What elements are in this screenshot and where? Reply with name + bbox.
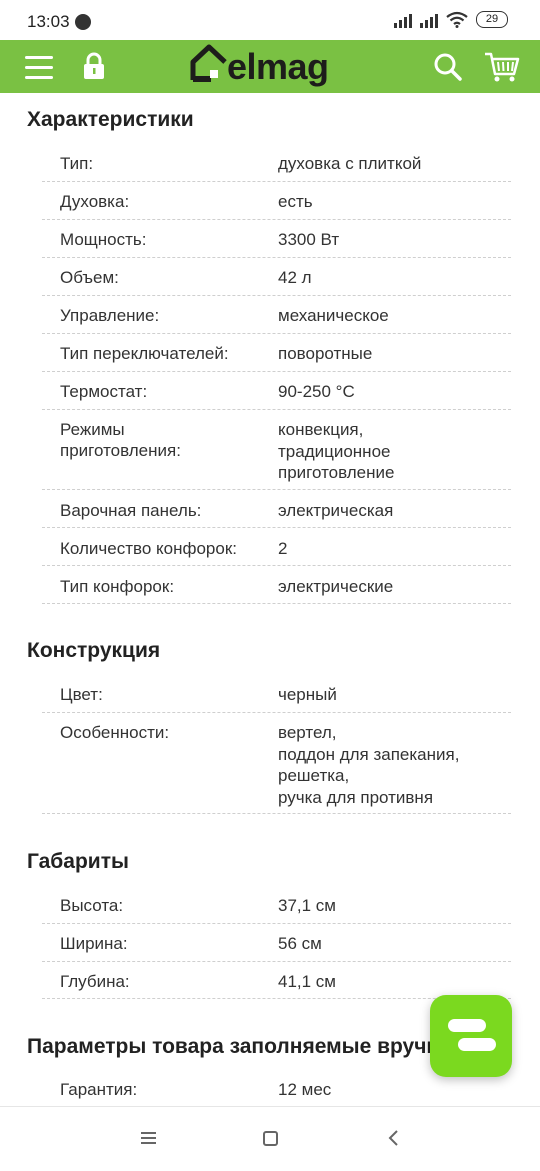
spec-label: Глубина: [60, 972, 130, 991]
spec-label: Термостат: [60, 382, 148, 401]
spec-row: Гарантия: 12 мес [42, 1079, 511, 1107]
chat-icon [448, 1019, 486, 1032]
spec-row: Цвет: черный [42, 684, 511, 713]
section-title-manual-params: Параметры товара заполняемые вручную [27, 1035, 437, 1058]
spec-label: Духовка: [60, 192, 130, 211]
spec-value: духовка с плиткой [278, 154, 422, 173]
status-time: 13:03 [27, 12, 70, 31]
signal-icon-2 [420, 12, 438, 28]
spec-label: Тип конфорок: [60, 577, 175, 596]
hamburger-menu-icon[interactable] [25, 56, 53, 79]
system-nav-bar [0, 1106, 540, 1171]
spec-value: 90-250 °С [278, 382, 355, 401]
spec-row: Тип конфорок: электрические [42, 576, 511, 604]
section-title-characteristics: Характеристики [27, 108, 194, 131]
spec-value: вертел, поддон для запекания, решетка, р… [278, 723, 460, 807]
spec-value: есть [278, 192, 313, 211]
logo-house-icon [190, 44, 227, 82]
spec-value: конвекция, традиционное приготовление [278, 420, 395, 482]
spec-row: Мощность: 3300 Вт [42, 229, 511, 258]
spec-value: 56 см [278, 934, 322, 953]
chat-icon-bar [458, 1038, 496, 1051]
spec-value: электрические [278, 577, 394, 596]
spec-label: Особенности: [60, 723, 170, 742]
spec-label: Количество конфорок: [60, 539, 237, 558]
spec-value: черный [278, 685, 337, 704]
spec-value: 12 мес [278, 1080, 332, 1099]
spec-row: Режимы приготовления: конвекция, традици… [42, 419, 511, 490]
spec-value: электрическая [278, 501, 394, 520]
spec-value: 2 [278, 539, 288, 558]
spec-value: 37,1 см [278, 896, 336, 915]
spec-row: Духовка: есть [42, 191, 511, 220]
spec-label: Мощность: [60, 230, 147, 249]
spec-value: 3300 Вт [278, 230, 340, 249]
spec-value: поворотные [278, 344, 373, 363]
spec-row: Количество конфорок: 2 [42, 538, 511, 566]
spec-label: Управление: [60, 306, 160, 325]
signal-icon [394, 12, 412, 28]
spec-label: Гарантия: [60, 1080, 138, 1099]
logo-text: elmag [227, 46, 329, 87]
spec-label: Тип: [60, 154, 94, 173]
spec-label: Объем: [60, 268, 119, 287]
spec-row: Термостат: 90-250 °С [42, 381, 511, 410]
battery-icon: 29 [476, 11, 508, 28]
home-icon[interactable] [263, 1131, 278, 1146]
spec-row: Тип переключателей: поворотные [42, 343, 511, 372]
chat-button[interactable] [430, 995, 512, 1077]
section-title-construction: Конструкция [27, 639, 161, 662]
spec-label: Тип переключателей: [60, 344, 229, 363]
spec-row: Тип: духовка с плиткой [42, 153, 511, 182]
spec-row: Высота: 37,1 см [42, 895, 511, 924]
section-title-dimensions: Габариты [27, 850, 129, 873]
spec-row: Управление: механическое [42, 305, 511, 334]
spec-value: механическое [278, 306, 389, 325]
wifi-icon [446, 11, 468, 28]
spec-value: 41,1 см [278, 972, 336, 991]
spec-label: Цвет: [60, 685, 103, 704]
search-icon[interactable] [433, 52, 463, 82]
status-icons: 29 [394, 11, 508, 28]
spec-row: Особенности: вертел, поддон для запекани… [42, 722, 511, 814]
site-header: elmag [0, 40, 540, 93]
spec-label: Варочная панель: [60, 501, 202, 520]
notification-icon [75, 14, 91, 30]
elmag-logo[interactable]: elmag [190, 42, 352, 92]
spec-value: 42 л [278, 268, 312, 287]
spec-label: Высота: [60, 896, 124, 915]
cart-icon[interactable] [484, 50, 520, 84]
spec-row: Варочная панель: электрическая [42, 500, 511, 528]
recent-apps-icon[interactable] [141, 1132, 156, 1144]
spec-label: Ширина: [60, 934, 128, 953]
spec-row: Объем: 42 л [42, 267, 511, 296]
spec-label: Режимы приготовления: [60, 420, 181, 460]
spec-row: Ширина: 56 см [42, 933, 511, 962]
lock-icon[interactable] [83, 52, 105, 80]
status-bar: 13:03 29 [0, 0, 540, 40]
back-icon[interactable] [386, 1129, 400, 1147]
